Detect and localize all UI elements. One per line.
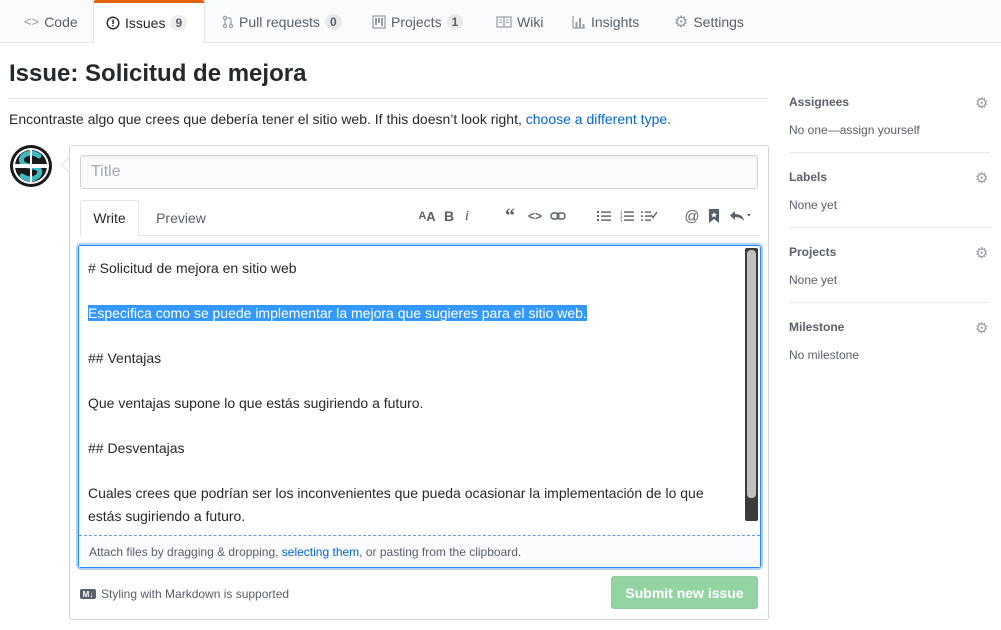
tab-label: Code bbox=[44, 13, 78, 30]
editor-line-selected: Especifica como se puede implementar la … bbox=[88, 302, 738, 325]
book-icon bbox=[496, 15, 512, 28]
tab-projects[interactable]: Projects 1 bbox=[360, 0, 475, 43]
bold-icon[interactable]: B bbox=[441, 206, 457, 226]
ordered-list-icon[interactable]: 123 bbox=[619, 206, 635, 226]
selected-text: Especifica como se puede implementar la … bbox=[88, 305, 587, 321]
tab-label: Wiki bbox=[517, 13, 544, 30]
markdown-note-text: Styling with Markdown is supported bbox=[101, 587, 290, 601]
pull-requests-counter: 0 bbox=[324, 13, 342, 30]
tab-wiki[interactable]: Wiki bbox=[484, 0, 555, 43]
assignees-gear-icon[interactable]: ⚙ bbox=[975, 94, 988, 112]
issue-title-input[interactable] bbox=[80, 155, 758, 189]
tab-settings[interactable]: ⚙ Settings bbox=[662, 0, 756, 43]
editor-line: ## Ventajas bbox=[88, 350, 162, 366]
tab-insights[interactable]: Insights bbox=[560, 0, 651, 43]
mention-icon[interactable]: @ bbox=[684, 206, 700, 226]
graph-icon bbox=[572, 15, 586, 29]
labels-gear-icon[interactable]: ⚙ bbox=[975, 169, 988, 187]
assignees-value[interactable]: No one—assign yourself bbox=[789, 123, 989, 137]
tab-write[interactable]: Write bbox=[80, 200, 139, 236]
attach-suffix: , or pasting from the clipboard. bbox=[359, 545, 522, 559]
issues-counter: 9 bbox=[170, 15, 188, 31]
projects-gear-icon[interactable]: ⚙ bbox=[975, 244, 988, 262]
sidebar-projects[interactable]: Projects None yet bbox=[789, 245, 989, 287]
page-title: Issue: Solicitud de mejora bbox=[9, 60, 307, 87]
markdown-icon: M↓ bbox=[80, 589, 96, 599]
milestone-gear-icon[interactable]: ⚙ bbox=[975, 319, 988, 337]
tab-label: Issues bbox=[125, 15, 166, 31]
assignees-heading: Assignees bbox=[789, 95, 850, 109]
bookmark-icon[interactable] bbox=[707, 206, 721, 226]
reply-icon[interactable] bbox=[729, 206, 753, 226]
task-list-icon[interactable] bbox=[640, 206, 658, 226]
header-text-icon[interactable]: AA bbox=[417, 206, 437, 226]
sidebar-divider bbox=[789, 302, 990, 303]
link-icon[interactable] bbox=[549, 206, 567, 226]
sidebar-assignees[interactable]: Assignees No one—assign yourself bbox=[789, 95, 989, 137]
markdown-support-note[interactable]: M↓ Styling with Markdown is supported bbox=[80, 587, 289, 601]
tab-issues[interactable]: Issues 9 bbox=[93, 0, 205, 44]
tab-code[interactable]: <> Code bbox=[12, 0, 90, 43]
milestone-heading: Milestone bbox=[789, 320, 845, 334]
intro-message: Encontraste algo que crees que debería t… bbox=[9, 111, 522, 127]
quote-icon[interactable]: “ bbox=[501, 205, 519, 227]
editor-content[interactable]: # Solicitud de mejora en sitio web Espec… bbox=[88, 257, 738, 527]
gear-icon: ⚙ bbox=[674, 13, 689, 31]
choose-different-type-link[interactable]: choose a different type. bbox=[526, 111, 671, 127]
tab-label: Insights bbox=[591, 13, 640, 30]
tab-preview[interactable]: Preview bbox=[145, 200, 217, 236]
composer-arrow-inner bbox=[62, 158, 69, 172]
sidebar-divider bbox=[789, 227, 990, 228]
sidebar-milestone[interactable]: Milestone No milestone bbox=[789, 320, 989, 362]
code-icon: <> bbox=[24, 14, 40, 29]
submit-new-issue-button[interactable]: Submit new issue bbox=[611, 576, 758, 609]
attach-files-hint: Attach files by dragging & dropping, sel… bbox=[89, 545, 521, 559]
issue-opened-icon bbox=[106, 16, 120, 30]
tab-label: Pull requests bbox=[239, 13, 320, 30]
svg-text:3: 3 bbox=[620, 218, 623, 222]
unordered-list-icon[interactable] bbox=[596, 206, 612, 226]
pull-request-icon bbox=[222, 15, 234, 29]
intro-text: Encontraste algo que crees que debería t… bbox=[9, 111, 671, 127]
attach-prefix: Attach files by dragging & dropping, bbox=[89, 545, 279, 559]
repo-nav: <> Code Issues 9 Pull requests 0 Project… bbox=[0, 0, 1001, 44]
editor-line: ## Desventajas bbox=[88, 440, 185, 456]
sidebar-labels[interactable]: Labels None yet bbox=[789, 170, 989, 212]
sidebar-divider bbox=[789, 152, 990, 153]
tab-pull-requests[interactable]: Pull requests 0 bbox=[210, 0, 354, 43]
projects-value: None yet bbox=[789, 273, 838, 287]
editor-line: Cuales crees que podrían ser los inconve… bbox=[88, 485, 704, 524]
tab-label: Settings bbox=[693, 13, 744, 30]
milestone-value: No milestone bbox=[789, 348, 860, 362]
code-icon[interactable]: <> bbox=[526, 206, 544, 226]
tab-label: Projects bbox=[391, 13, 442, 30]
title-divider bbox=[9, 98, 767, 99]
avatar[interactable] bbox=[9, 144, 53, 188]
labels-value: None yet bbox=[789, 198, 838, 212]
labels-heading: Labels bbox=[789, 170, 828, 184]
projects-counter: 1 bbox=[446, 13, 464, 30]
editor-line: # Solicitud de mejora en sitio web bbox=[88, 260, 297, 276]
editor-line: Que ventajas supone lo que estás sugirie… bbox=[88, 395, 424, 411]
project-icon bbox=[372, 14, 386, 29]
drag-divider bbox=[79, 535, 760, 536]
italic-icon[interactable]: i bbox=[461, 206, 473, 226]
select-files-link[interactable]: selecting them bbox=[282, 545, 359, 559]
editor-scroll-thumb[interactable] bbox=[747, 250, 756, 498]
projects-heading: Projects bbox=[789, 245, 837, 259]
